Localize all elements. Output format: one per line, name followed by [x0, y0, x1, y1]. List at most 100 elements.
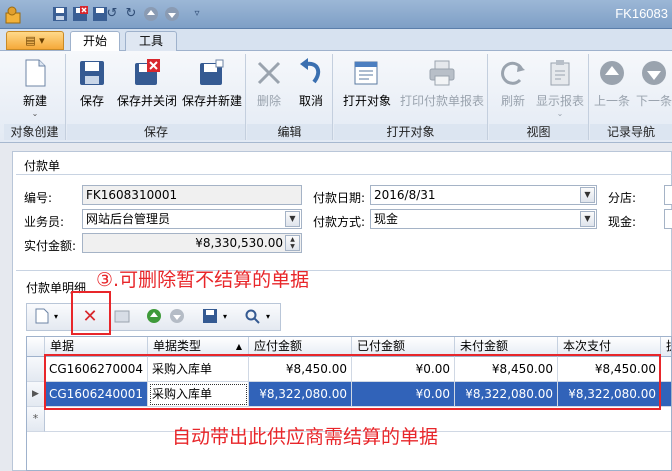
arrow-down-icon [639, 58, 669, 88]
down-icon[interactable] [164, 6, 180, 22]
page-title: 付款单 [24, 159, 61, 173]
save-dropdown-icon[interactable]: ▾ [220, 308, 230, 326]
branch-label: 分店: [608, 191, 637, 205]
new-dropdown-icon[interactable]: ▾ [51, 308, 61, 326]
annotation-auto-note: 自动带出此供应商需结算的单据 [172, 426, 439, 448]
group-label: 记录导航 [590, 124, 672, 140]
open-object-icon [352, 58, 382, 88]
refresh-icon [498, 58, 528, 88]
code-field[interactable]: FK1608310001 [82, 185, 302, 205]
open-object-button[interactable]: 打开对象 [338, 58, 396, 120]
new-document-icon [20, 58, 50, 88]
method-value: 现金 [374, 212, 399, 226]
menu-icon: ▤ ▾ [25, 34, 45, 47]
amount-spinner-icon[interactable]: ▲ ▼ [285, 235, 300, 251]
ribbon-group-view: 刷新 显示报表 ⌄ 视图 [489, 54, 589, 140]
previous-record-button[interactable]: 上一条 [592, 58, 632, 120]
undo-icon[interactable]: ↺ [104, 6, 120, 22]
new-button[interactable]: 新建 ⌄ [10, 58, 60, 120]
ribbon-group-record-nav: 上一条 下一条 记录导航 [590, 54, 672, 140]
method-select[interactable]: 现金 ▼ [370, 209, 597, 229]
group-label: 保存 [67, 124, 245, 140]
title-bar: ↺ ↻ ▿ FK16083 [0, 0, 672, 29]
delete-button[interactable]: 删除 [249, 58, 289, 120]
printer-icon [427, 58, 457, 88]
delete-x-icon [254, 58, 284, 88]
annotation-delete-note: ③.可删除暂不结算的单据 [96, 269, 310, 291]
app-icon[interactable] [4, 6, 24, 24]
column-header-more[interactable]: 执 [661, 337, 671, 357]
group-label: 编辑 [247, 124, 332, 140]
save-button[interactable]: 保存 [69, 58, 115, 120]
find-icon[interactable] [243, 308, 261, 326]
customize-quick-access-icon[interactable]: ▿ [189, 6, 205, 22]
date-label: 付款日期: [313, 191, 366, 205]
save-new-button[interactable]: 保存并新建 [179, 58, 245, 120]
cell-more[interactable] [661, 357, 671, 382]
operator-select[interactable]: 网站后台管理员 ▼ [82, 209, 302, 229]
ribbon-group-open-object: 打开对象 打印付款单报表 打开对象 [334, 54, 488, 140]
move-down-icon[interactable] [168, 308, 186, 326]
group-label: 对象创建 [4, 124, 65, 140]
move-up-icon[interactable] [145, 308, 163, 326]
refresh-button[interactable]: 刷新 [493, 58, 533, 120]
edit-rows-icon[interactable] [113, 308, 131, 326]
amount-value: ¥8,330,530.00 [195, 236, 283, 250]
date-field[interactable]: 2016/8/31 ▼ [370, 185, 597, 205]
redo-icon[interactable]: ↻ [123, 6, 139, 22]
row-indicator[interactable] [27, 357, 45, 382]
arrow-up-icon [597, 58, 627, 88]
operator-value: 网站后台管理员 [86, 212, 171, 226]
annotation-box-delete [71, 291, 111, 335]
save-close-icon [132, 58, 162, 88]
show-report-button[interactable]: 显示报表 ⌄ [533, 58, 587, 120]
cancel-button[interactable]: 取消 [291, 58, 331, 120]
column-header-label: 单据类型 [153, 339, 202, 353]
print-report-button[interactable]: 打印付款单报表 [398, 58, 486, 120]
amount-label: 实付金额: [24, 239, 77, 253]
annotation-box-rows [44, 354, 661, 410]
detail-toolbar: ▾ ✕ ▾ ▾ [26, 303, 281, 331]
undo-arrow-icon [296, 58, 326, 88]
group-label: 视图 [489, 124, 588, 140]
operator-dropdown-icon[interactable]: ▼ [285, 211, 300, 227]
ribbon-group-object-create: 新建 ⌄ 对象创建 [4, 54, 66, 140]
new-row-indicator[interactable]: * [27, 407, 45, 432]
date-value: 2016/8/31 [374, 188, 436, 202]
amount-field[interactable]: ¥8,330,530.00 ▲ ▼ [82, 233, 302, 253]
operator-label: 业务员: [24, 215, 65, 229]
code-label: 编号: [24, 191, 53, 205]
date-dropdown-icon[interactable]: ▼ [580, 187, 595, 203]
tab-start[interactable]: 开始 [70, 31, 120, 51]
save-icon[interactable] [52, 6, 68, 22]
find-dropdown-icon[interactable]: ▾ [263, 308, 273, 326]
next-record-button[interactable]: 下一条 [634, 58, 672, 120]
method-dropdown-icon[interactable]: ▼ [580, 211, 595, 227]
cash-field[interactable] [664, 209, 672, 229]
current-row-indicator-icon[interactable]: ▶ [27, 382, 45, 407]
group-label: 打开对象 [334, 124, 487, 140]
up-icon[interactable] [143, 6, 159, 22]
save-rows-icon[interactable] [201, 308, 219, 326]
grid-corner [27, 337, 45, 357]
dropdown-arrow-icon: ⌄ [31, 109, 39, 118]
save-new-icon [197, 58, 227, 88]
cash-label: 现金: [608, 215, 637, 229]
ribbon-group-edit: 删除 取消 编辑 [247, 54, 333, 140]
dropdown-arrow-icon: ⌄ [556, 109, 564, 118]
floppy-disk-icon [77, 58, 107, 88]
tab-tools[interactable]: 工具 [125, 31, 177, 51]
ribbon-tab-row: ▤ ▾ 开始 工具 [0, 29, 672, 51]
ribbon-group-save: 保存 保存并关闭 保存并新建 保存 [67, 54, 246, 140]
branch-field[interactable] [664, 185, 672, 205]
save-close-icon[interactable] [72, 6, 88, 22]
method-label: 付款方式: [313, 215, 366, 229]
clipboard-report-icon [545, 58, 575, 88]
cell-more[interactable] [661, 382, 671, 407]
save-close-button[interactable]: 保存并关闭 [115, 58, 179, 120]
ribbon: 新建 ⌄ 对象创建 保存 保存并关闭 保存并新建 保存 删除 取消 编辑 打开对… [0, 51, 672, 143]
window-title: FK16083 [615, 6, 668, 21]
application-menu-button[interactable]: ▤ ▾ [6, 31, 64, 50]
new-row-icon[interactable] [33, 308, 51, 326]
divider [16, 174, 672, 175]
